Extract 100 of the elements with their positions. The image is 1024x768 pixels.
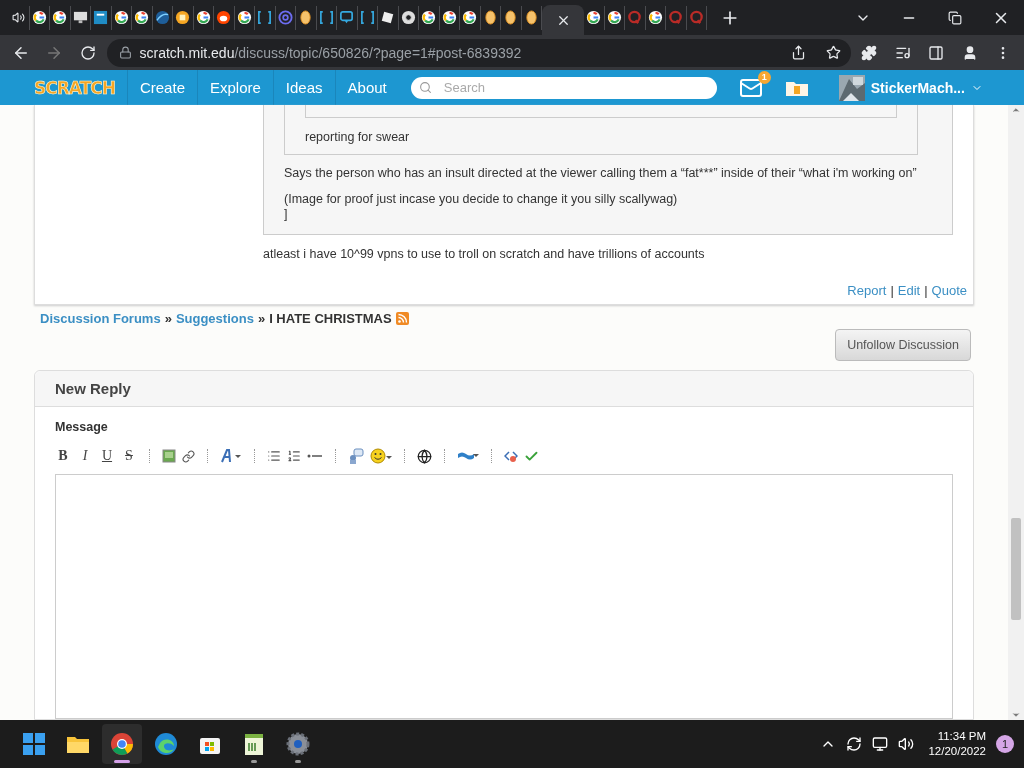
quote-text: ]	[284, 207, 289, 222]
brackets-icon	[257, 10, 273, 25]
google-icon	[52, 10, 68, 25]
color-icon[interactable]	[457, 450, 479, 462]
link-icon[interactable]	[182, 449, 195, 463]
browser-tab[interactable]	[91, 5, 112, 30]
scroll-down-icon[interactable]	[1011, 710, 1021, 720]
quote-text: reporting for swear	[305, 130, 411, 144]
format-button[interactable]: S	[121, 447, 137, 465]
browser-tab[interactable]	[50, 5, 71, 30]
chat-icon	[339, 10, 355, 25]
format-button[interactable]: B	[55, 447, 71, 465]
google-icon	[462, 10, 478, 25]
numbered-list-icon[interactable]	[287, 449, 301, 463]
browser-tab[interactable]	[214, 5, 235, 30]
taskbar-app[interactable]	[102, 724, 142, 764]
post-action-link[interactable]: Quote	[931, 283, 967, 298]
running-indicator	[251, 760, 257, 763]
running-indicator	[295, 760, 301, 763]
coin-icon	[523, 10, 539, 25]
speaker-icon	[12, 11, 26, 24]
post-text: atleast i have 10^99 vpns to use to troll on scratch and have trillions of accounts	[263, 247, 706, 261]
google-icon	[586, 10, 602, 25]
breadcrumb-link[interactable]: Discussion Forums	[40, 311, 161, 326]
scroll-up-icon[interactable]	[1011, 105, 1021, 115]
chrome-icon	[400, 10, 416, 25]
google-icon	[113, 10, 129, 25]
browser-tab[interactable]	[255, 5, 276, 30]
bookmark-star-icon[interactable]	[825, 45, 841, 60]
browser-tab[interactable]	[132, 5, 153, 30]
running-indicator	[114, 760, 130, 763]
scrollbar-thumb[interactable]	[1011, 518, 1021, 620]
browser-tab[interactable]	[173, 5, 194, 30]
code-icon[interactable]	[504, 449, 518, 463]
wave-icon	[154, 10, 170, 25]
quote-text: (Image for proof just incase you decide to change it you silly scallywag)	[284, 192, 679, 207]
puzzle-icon[interactable]	[861, 44, 878, 61]
grid-icon	[175, 10, 191, 25]
volume-icon[interactable]	[898, 736, 915, 752]
coin-icon	[503, 10, 519, 25]
lock-icon	[118, 46, 132, 59]
reload-icon[interactable]	[79, 44, 96, 61]
smiley-icon[interactable]	[370, 448, 392, 464]
list-item-icon[interactable]	[307, 452, 323, 460]
separator: |	[890, 283, 894, 298]
monitor-icon	[72, 10, 88, 25]
reddit-icon	[216, 10, 232, 25]
format-button[interactable]: I	[77, 447, 93, 465]
font-icon[interactable]	[220, 449, 242, 463]
brackets-icon	[318, 10, 334, 25]
address-bar[interactable]: scratch.mit.edu/discuss/topic/650826/?page=1#post-6839392	[106, 38, 851, 67]
google-icon	[31, 10, 47, 25]
brackets-icon	[359, 10, 375, 25]
browser-tab[interactable]	[419, 5, 440, 30]
google-icon	[195, 10, 211, 25]
bullet-list-icon[interactable]	[267, 449, 281, 463]
restore-icon[interactable]	[948, 10, 962, 25]
browser-tab[interactable]	[460, 5, 481, 30]
separator: |	[924, 283, 928, 298]
google-icon	[647, 10, 663, 25]
message-count: 1	[757, 70, 771, 84]
post-action-link[interactable]: Edit	[897, 283, 921, 298]
search-field[interactable]: Search	[410, 76, 717, 99]
notification-badge[interactable]: 1	[996, 735, 1014, 753]
breadcrumb-link[interactable]: Suggestions	[175, 311, 254, 326]
breadcrumb-separator: »	[164, 311, 172, 326]
google-icon	[606, 10, 622, 25]
google-icon	[421, 10, 437, 25]
message-field[interactable]	[55, 474, 953, 719]
chrome-icon	[109, 731, 135, 757]
q-ring-icon	[688, 10, 704, 25]
coin-icon	[482, 10, 498, 25]
format-button[interactable]: U	[99, 447, 115, 465]
q-ring-icon	[668, 10, 684, 25]
message-label: Message	[55, 420, 109, 434]
sync-icon[interactable]	[846, 736, 863, 752]
network-icon[interactable]	[872, 736, 889, 752]
google-icon	[236, 10, 252, 25]
breadcrumb-current: I HATE CHRISTMAS	[269, 311, 392, 326]
at-icon	[277, 10, 293, 25]
coin-icon	[298, 10, 314, 25]
quote-text: Says the person who has an insult directed at the viewer calling them a “fat***” inside of their “what i'm working on”	[284, 166, 918, 181]
browser-tab[interactable]	[584, 5, 605, 30]
q-ring-icon	[627, 10, 643, 25]
search-icon	[418, 80, 432, 94]
clock[interactable]: 11:34 PM 12/20/2022	[928, 729, 986, 759]
globe-icon[interactable]	[417, 448, 432, 464]
share-icon[interactable]	[790, 45, 806, 60]
account-menu[interactable]: StickerMach...	[838, 74, 983, 101]
scrollbar[interactable]	[1008, 105, 1024, 720]
post-action-link[interactable]: Report	[847, 283, 887, 298]
panel-title: New Reply	[55, 380, 131, 397]
quote-icon[interactable]	[348, 448, 364, 464]
browser-tab[interactable]	[9, 5, 30, 30]
unfollow-button[interactable]: Unfollow Discussion	[835, 329, 971, 361]
gear-icon	[285, 731, 311, 757]
browser-tab[interactable]	[337, 5, 358, 30]
square-icon	[93, 10, 109, 25]
side-panel-icon[interactable]	[928, 44, 945, 61]
windows-icon	[21, 731, 47, 757]
